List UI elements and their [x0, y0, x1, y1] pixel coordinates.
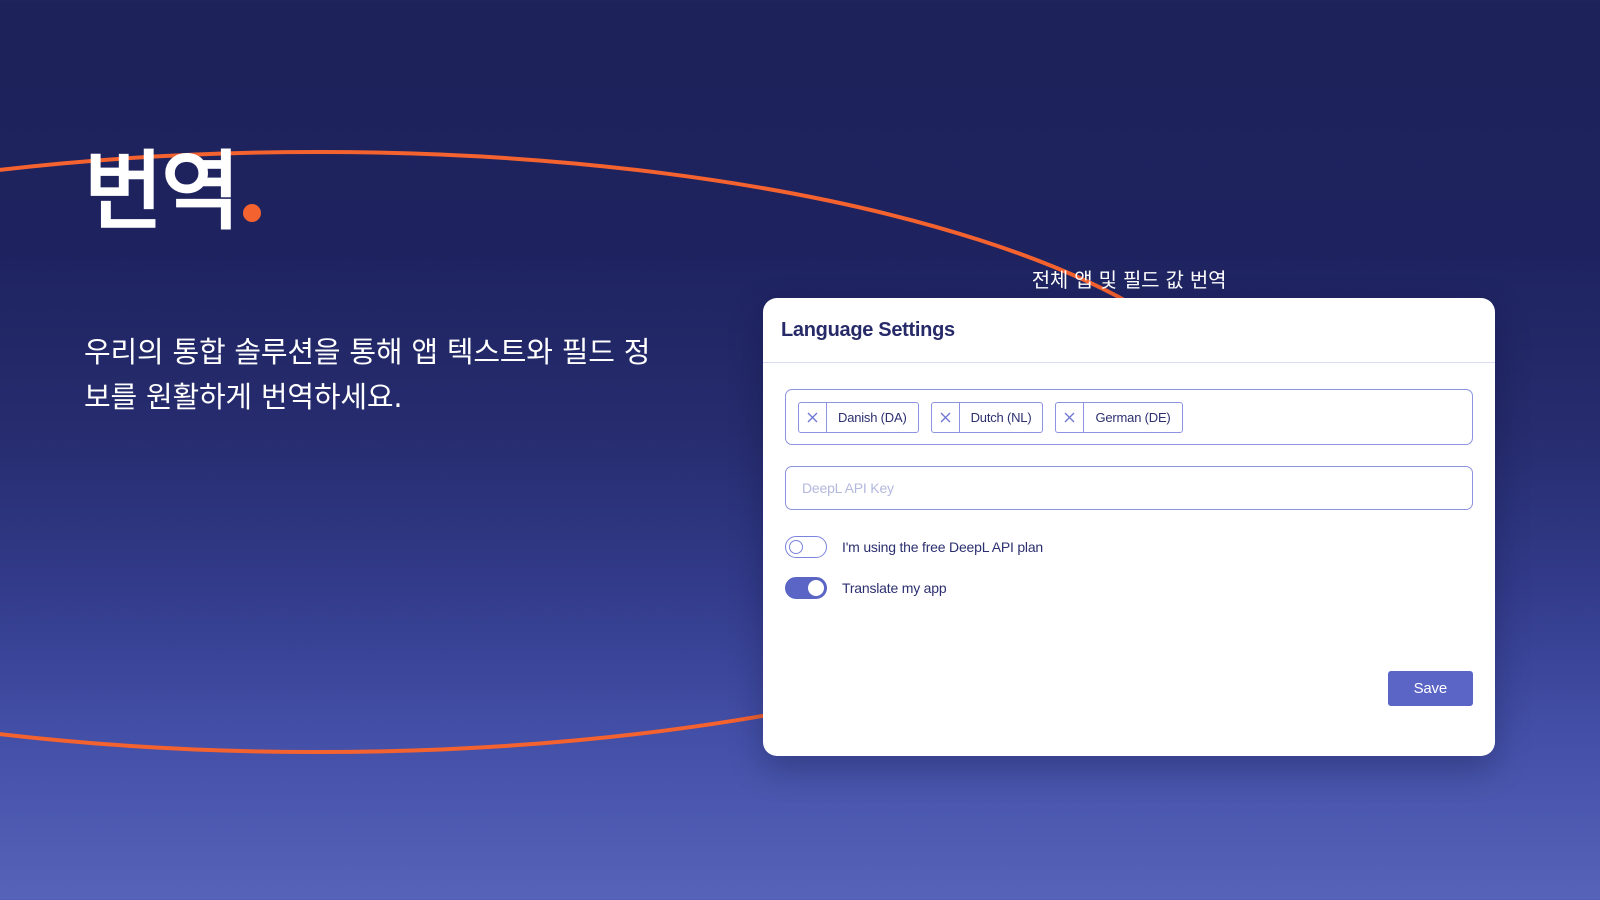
language-chip-label: Danish (DA)	[838, 409, 907, 425]
translate-app-toggle[interactable]	[785, 577, 827, 599]
translate-app-toggle-row: Translate my app	[785, 577, 1473, 599]
language-chip[interactable]: Danish (DA)	[798, 401, 919, 433]
free-plan-toggle[interactable]	[785, 536, 827, 558]
free-plan-toggle-label: I'm using the free DeepL API plan	[842, 539, 1044, 555]
card-caption: 전체 앱 및 필드 값 번역	[1031, 268, 1227, 292]
language-chip-label: German (DE)	[1095, 409, 1171, 425]
language-chip[interactable]: Dutch (NL)	[930, 401, 1044, 433]
language-chips-field[interactable]: Danish (DA) Dutch (NL) German (DE)	[785, 389, 1473, 445]
orange-dot-icon	[243, 204, 262, 222]
close-x-icon[interactable]	[932, 402, 960, 432]
save-button[interactable]: Save	[1387, 671, 1473, 706]
language-settings-card: Language Settings Danish (DA) Dutch (NL)	[763, 298, 1495, 756]
close-x-icon[interactable]	[1056, 402, 1085, 432]
language-chip-label: Dutch (NL)	[970, 409, 1032, 425]
close-x-icon[interactable]	[799, 402, 827, 432]
card-body: Danish (DA) Dutch (NL) German (DE) DeepL…	[763, 363, 1495, 599]
hero-description: 우리의 통합 솔루션을 통해 앱 텍스트와 필드 정보를 원활하게 번역하세요.	[84, 335, 651, 414]
logo: 번역	[84, 136, 704, 243]
toggle-knob	[789, 539, 803, 554]
card-footer: Save	[1387, 671, 1473, 706]
hero-section: 번역 우리의 통합 솔루션을 통해 앱 텍스트와 필드 정보를 원활하게 번역하…	[84, 136, 704, 420]
deepl-api-key-input[interactable]	[785, 466, 1473, 510]
toggle-knob	[808, 579, 824, 596]
logo-wordmark: 번역	[84, 142, 240, 243]
page-title: Language Settings	[781, 318, 955, 341]
free-plan-toggle-row: I'm using the free DeepL API plan	[785, 536, 1473, 558]
language-chip[interactable]: German (DE)	[1055, 401, 1183, 433]
translate-app-toggle-label: Translate my app	[842, 580, 947, 596]
card-header: Language Settings	[763, 298, 1495, 363]
